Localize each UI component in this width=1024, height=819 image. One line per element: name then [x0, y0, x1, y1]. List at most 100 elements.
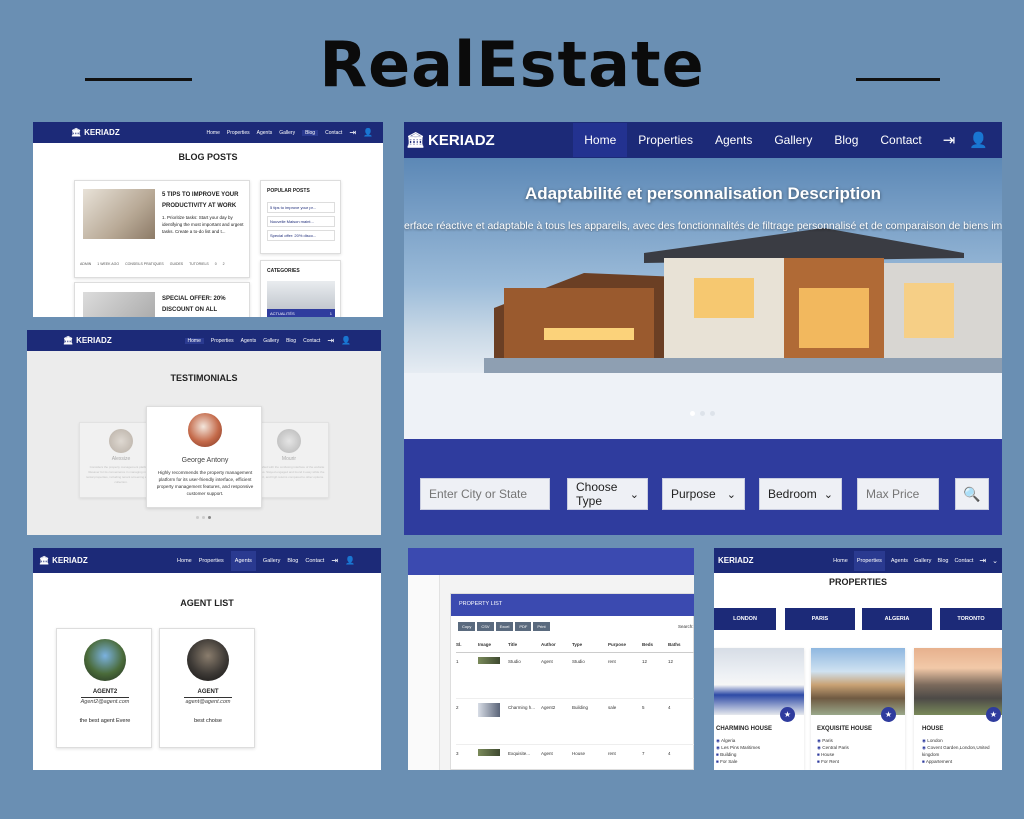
chevron-down-icon[interactable]: ⌄ [992, 557, 998, 565]
add-user-icon[interactable]: 👤 [341, 336, 351, 345]
table-row[interactable]: 2 Charming h... Agent2 Building sale 5 4 [456, 698, 694, 744]
type-select[interactable]: Choose Type ⌄ [567, 478, 648, 510]
logo[interactable]: 🏛 KERIADZ [63, 336, 112, 345]
property-title[interactable]: HOUSE [922, 726, 943, 732]
carousel-dots[interactable] [196, 516, 216, 519]
nav-gallery[interactable]: Gallery [763, 123, 823, 157]
city-filter-paris[interactable]: PARIS [785, 608, 855, 630]
pdf-button[interactable]: PDF [515, 622, 532, 631]
nav-blog[interactable]: Blog [823, 123, 869, 157]
meta-category[interactable]: GUIDES [170, 262, 183, 266]
nav-gallery[interactable]: Gallery [279, 130, 295, 136]
col-header[interactable]: Title [508, 638, 541, 652]
nav-contact[interactable]: Contact [869, 123, 932, 157]
favorite-star-icon[interactable]: ★ [986, 707, 1001, 722]
nav-home[interactable]: Home [573, 123, 628, 157]
table-row[interactable]: 1 Studio Agent Studio rent 12 12 [456, 652, 694, 698]
nav-agents[interactable]: Agents [230, 550, 256, 571]
purpose-select[interactable]: Purpose ⌄ [662, 478, 745, 510]
nav-blog[interactable]: Blog [937, 558, 948, 564]
dot[interactable] [202, 516, 205, 519]
login-icon[interactable]: ⇥ [979, 556, 986, 565]
agent-card[interactable]: AGENT agent@agent.com best choise [159, 628, 255, 748]
meta-category[interactable]: TUTORIELS [189, 262, 209, 266]
col-header[interactable]: Beds [642, 638, 668, 652]
nav-blog[interactable]: Blog [302, 129, 319, 136]
col-header[interactable]: Sl. [456, 638, 478, 652]
agent-card[interactable]: AGENT2 Agent2@agent.com the best agent E… [56, 628, 152, 748]
col-header[interactable]: Baths [668, 638, 694, 652]
nav-gallery[interactable]: Gallery [263, 558, 280, 564]
dot[interactable] [700, 411, 705, 416]
meta-category[interactable]: CONSEILS PRATIQUES [125, 262, 164, 266]
print-button[interactable]: Print [533, 622, 550, 631]
nav-home[interactable]: Home [177, 558, 192, 564]
nav-contact[interactable]: Contact [954, 558, 973, 564]
favorite-star-icon[interactable]: ★ [881, 707, 896, 722]
property-title[interactable]: EXQUISITE HOUSE [817, 726, 872, 732]
city-search-input[interactable] [420, 478, 550, 510]
logo[interactable]: 🏛 KERIADZ [406, 131, 495, 150]
search-button[interactable]: 🔍 [955, 478, 989, 510]
nav-agents[interactable]: Agents [241, 338, 257, 344]
nav-properties[interactable]: Properties [199, 558, 224, 564]
add-user-icon[interactable]: 👤 [363, 128, 373, 137]
blog-post-card[interactable]: 5 TIPS TO IMPROVE YOUR PRODUCTIVITY AT W… [74, 180, 250, 278]
popular-post-link[interactable]: Nouvelle Maison maint... [267, 216, 335, 227]
nav-gallery[interactable]: Gallery [914, 558, 931, 564]
popular-post-link[interactable]: Special offer: 20% disco... [267, 230, 335, 241]
nav-properties[interactable]: Properties [627, 123, 704, 157]
nav-contact[interactable]: Contact [303, 338, 320, 344]
nav-agents[interactable]: Agents [704, 123, 763, 157]
login-icon[interactable]: ⇥ [327, 336, 334, 345]
city-filter-toronto[interactable]: TORONTO [940, 608, 1002, 630]
hero-carousel-dots[interactable] [690, 411, 715, 416]
copy-button[interactable]: Copy [458, 622, 476, 631]
nav-blog[interactable]: Blog [287, 558, 298, 564]
nav-blog[interactable]: Blog [286, 338, 296, 344]
max-price-input[interactable] [857, 478, 939, 510]
nav-properties[interactable]: Properties [853, 550, 885, 571]
csv-button[interactable]: CSV [477, 622, 494, 631]
blog-post-card[interactable]: SPECIAL OFFER: 20% DISCOUNT ON ALL [74, 282, 250, 317]
col-header[interactable]: Type [572, 638, 608, 652]
dot[interactable] [710, 411, 715, 416]
nav-home[interactable]: Home [184, 337, 204, 344]
agent-email[interactable]: agent@agent.com [160, 699, 256, 705]
dot[interactable] [690, 411, 695, 416]
nav-home[interactable]: Home [833, 558, 848, 564]
col-header[interactable]: Image [478, 638, 508, 652]
dot[interactable] [208, 516, 211, 519]
blog-post-title[interactable]: 5 TIPS TO IMPROVE YOUR PRODUCTIVITY AT W… [162, 190, 247, 212]
nav-contact[interactable]: Contact [305, 558, 324, 564]
login-icon[interactable]: ⇥ [933, 131, 966, 149]
category-item[interactable]: ACTUALITÉS 1 [267, 309, 335, 317]
dot[interactable] [196, 516, 199, 519]
property-card[interactable]: ★ CHARMING HOUSE ◉ Algeria ◉ Les Pins Ma… [714, 648, 804, 770]
nav-gallery[interactable]: Gallery [263, 338, 279, 344]
login-icon[interactable]: ⇥ [349, 128, 356, 137]
favorite-star-icon[interactable]: ★ [780, 707, 795, 722]
property-card[interactable]: ★ EXQUISITE HOUSE ◉ Paris ◉ Central Pari… [811, 648, 905, 770]
col-header[interactable]: Author [541, 638, 572, 652]
nav-properties[interactable]: Properties [211, 338, 234, 344]
property-title[interactable]: CHARMING HOUSE [716, 726, 772, 732]
nav-agents[interactable]: Agents [257, 130, 273, 136]
excel-button[interactable]: Excel [495, 622, 514, 631]
login-icon[interactable]: ⇥ [331, 556, 338, 565]
logo[interactable]: KERIADZ [718, 556, 754, 565]
bedroom-select[interactable]: Bedroom ⌄ [759, 478, 842, 510]
city-filter-algeria[interactable]: ALGERIA [862, 608, 932, 630]
add-user-icon[interactable]: 👤 [345, 556, 355, 565]
nav-home[interactable]: Home [207, 130, 220, 136]
blog-post-title[interactable]: SPECIAL OFFER: 20% DISCOUNT ON ALL [162, 294, 247, 316]
popular-post-link[interactable]: 5 tips to improve your pr... [267, 202, 335, 213]
logo[interactable]: 🏛 KERIADZ [71, 128, 120, 137]
table-row[interactable]: 3 Exquisite... Agent House rent 7 4 [456, 744, 694, 764]
nav-agents[interactable]: Agents [891, 558, 908, 564]
add-user-icon[interactable]: 👤 [965, 131, 992, 149]
agent-email[interactable]: Agent2@agent.com [57, 699, 153, 705]
logo[interactable]: 🏛 KERIADZ [39, 556, 88, 565]
city-filter-london[interactable]: LONDON [714, 608, 776, 630]
nav-contact[interactable]: Contact [325, 130, 342, 136]
